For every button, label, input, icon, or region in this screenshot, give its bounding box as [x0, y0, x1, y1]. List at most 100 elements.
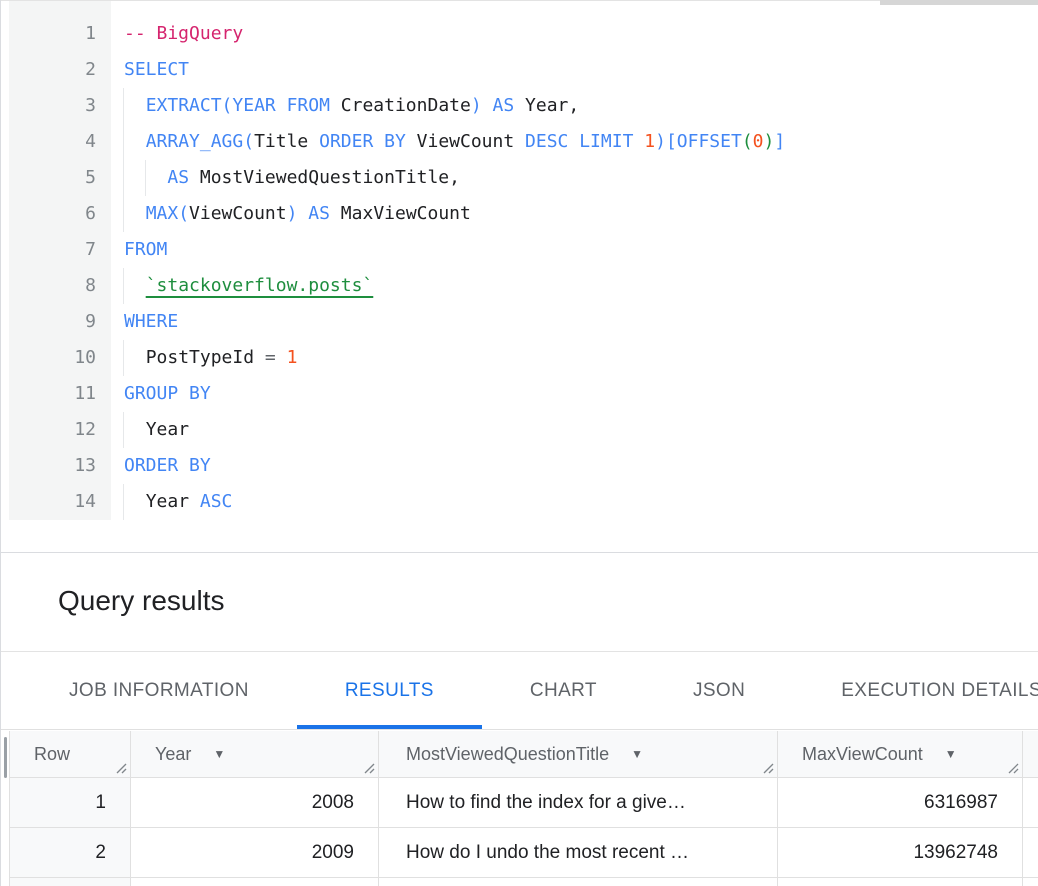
code-token: AS	[493, 95, 515, 116]
code-token	[330, 95, 341, 116]
line-number: 6	[1, 196, 111, 232]
vertical-scrollbar-thumb[interactable]	[4, 737, 7, 778]
code-token: Year	[146, 491, 200, 512]
code-text: FROM	[111, 232, 167, 268]
column-resize-icon[interactable]	[761, 761, 775, 775]
column-header-label: MostViewedQuestionTitle	[406, 744, 609, 765]
column-header-label: MaxViewCount	[802, 744, 923, 765]
tab-chart[interactable]: CHART	[482, 653, 645, 729]
code-text: WHERE	[111, 304, 178, 340]
indent-guide	[145, 160, 146, 196]
cell-mostviewedquestiontitle	[379, 878, 778, 886]
code-token: [	[666, 131, 677, 152]
code-line[interactable]: 3 EXTRACT(YEAR FROM CreationDate) AS Yea…	[1, 88, 1038, 124]
sort-dropdown-icon[interactable]: ▼	[945, 747, 957, 761]
indent-guide	[123, 160, 124, 196]
column-header-overflow	[1023, 731, 1038, 777]
code-token	[124, 203, 146, 224]
code-text: GROUP BY	[111, 376, 211, 412]
line-number: 1	[1, 16, 111, 52]
code-line[interactable]: 9WHERE	[1, 304, 1038, 340]
code-line[interactable]: 2 SELECT	[1, 52, 1038, 88]
code-token: Title	[254, 131, 308, 152]
indent-guide	[123, 88, 124, 124]
line-number: 11	[1, 376, 111, 412]
code-line[interactable]: 5 AS MostViewedQuestionTitle,	[1, 160, 1038, 196]
code-line[interactable]: 7FROM	[1, 232, 1038, 268]
cell-mostviewedquestiontitle: How to find the index for a give…	[379, 778, 778, 827]
code-token: ORDER BY	[319, 131, 406, 152]
code-token: SELECT	[124, 59, 189, 80]
code-line[interactable]: 11GROUP BY	[1, 376, 1038, 412]
indent-guide	[123, 484, 124, 520]
code-token: (	[178, 203, 189, 224]
code-line[interactable]: 12 Year	[1, 412, 1038, 448]
code-line[interactable]: 14 Year ASC	[1, 484, 1038, 520]
cell-maxviewcount	[778, 878, 1023, 886]
indent-guide	[123, 412, 124, 448]
cell-year	[131, 878, 379, 886]
table-header-row: RowYear▼MostViewedQuestionTitle▼MaxViewC…	[10, 731, 1038, 778]
column-resize-icon[interactable]	[114, 761, 128, 775]
code-text: -- BigQuery	[111, 16, 243, 52]
code-text: Year	[111, 412, 189, 448]
code-text: Year ASC	[111, 484, 232, 520]
tab-json[interactable]: JSON	[645, 653, 793, 729]
column-header-row[interactable]: Row	[10, 731, 131, 777]
indent-guide	[123, 196, 124, 232]
code-token: ViewCount	[406, 131, 525, 152]
tab-job-information[interactable]: JOB INFORMATION	[21, 653, 297, 729]
column-header-year[interactable]: Year▼	[131, 731, 379, 777]
sort-dropdown-icon[interactable]: ▼	[213, 747, 225, 761]
code-token	[297, 203, 308, 224]
code-token	[124, 491, 146, 512]
line-number: 3	[1, 88, 111, 124]
column-resize-icon[interactable]	[1006, 761, 1020, 775]
line-number: 2	[1, 52, 111, 88]
code-token: )	[471, 95, 482, 116]
code-line[interactable]: 6 MAX(ViewCount) AS MaxViewCount	[1, 196, 1038, 232]
code-line[interactable]: 1-- BigQuery	[1, 16, 1038, 52]
code-token: MaxViewCount	[330, 203, 471, 224]
cell-year: 2008	[131, 778, 379, 827]
page-left-border	[0, 0, 1, 886]
code-token: FROM	[124, 239, 167, 260]
column-header-maxviewcount[interactable]: MaxViewCount ▼	[778, 731, 1023, 777]
line-number: 10	[1, 340, 111, 376]
code-lines: 1-- BigQuery2 SELECT 3 EXTRACT(YEAR FROM C…	[1, 16, 1038, 520]
results-table-panel: RowYear▼MostViewedQuestionTitle▼MaxViewC…	[0, 730, 1038, 886]
sql-editor[interactable]: 1-- BigQuery2 SELECT 3 EXTRACT(YEAR FROM C…	[1, 1, 1038, 553]
cell-year: 2009	[131, 828, 379, 877]
line-number: 5	[1, 160, 111, 196]
code-line[interactable]: 4 ARRAY_AGG(Title ORDER BY ViewCount DES…	[1, 124, 1038, 160]
code-token: 0	[753, 131, 764, 152]
tab-results[interactable]: RESULTS	[297, 653, 482, 729]
code-text: PostTypeId = 1	[111, 340, 297, 376]
indent-guide	[123, 124, 124, 160]
column-resize-icon[interactable]	[362, 761, 376, 775]
code-text: AS MostViewedQuestionTitle,	[111, 160, 460, 196]
code-line[interactable]: 8 `stackoverflow.posts`	[1, 268, 1038, 304]
code-token	[124, 347, 146, 368]
code-token: YEAR FROM	[232, 95, 330, 116]
code-token	[124, 275, 146, 296]
code-text: EXTRACT(YEAR FROM CreationDate) AS Year,	[111, 88, 579, 124]
code-token: Year	[146, 419, 189, 440]
code-line[interactable]: 13ORDER BY	[1, 448, 1038, 484]
code-token	[124, 131, 146, 152]
column-header-mostviewedquestiontitle[interactable]: MostViewedQuestionTitle ▼	[379, 731, 778, 777]
cell-row: 2	[10, 828, 131, 877]
code-line[interactable]: 10 PostTypeId = 1	[1, 340, 1038, 376]
tab-execution-details[interactable]: EXECUTION DETAILS	[793, 653, 1038, 729]
query-results-header: Query results	[1, 553, 1038, 652]
line-number: 4	[1, 124, 111, 160]
indent-guide	[123, 268, 124, 304]
results-table: RowYear▼MostViewedQuestionTitle▼MaxViewC…	[9, 731, 1038, 886]
code-token: ARRAY_AGG	[146, 131, 244, 152]
cell-mostviewedquestiontitle: How do I undo the most recent …	[379, 828, 778, 877]
code-token	[276, 347, 287, 368]
code-token: AS	[167, 167, 189, 188]
cell-maxviewcount: 6316987	[778, 778, 1023, 827]
sort-dropdown-icon[interactable]: ▼	[631, 747, 643, 761]
code-token: )	[764, 131, 775, 152]
